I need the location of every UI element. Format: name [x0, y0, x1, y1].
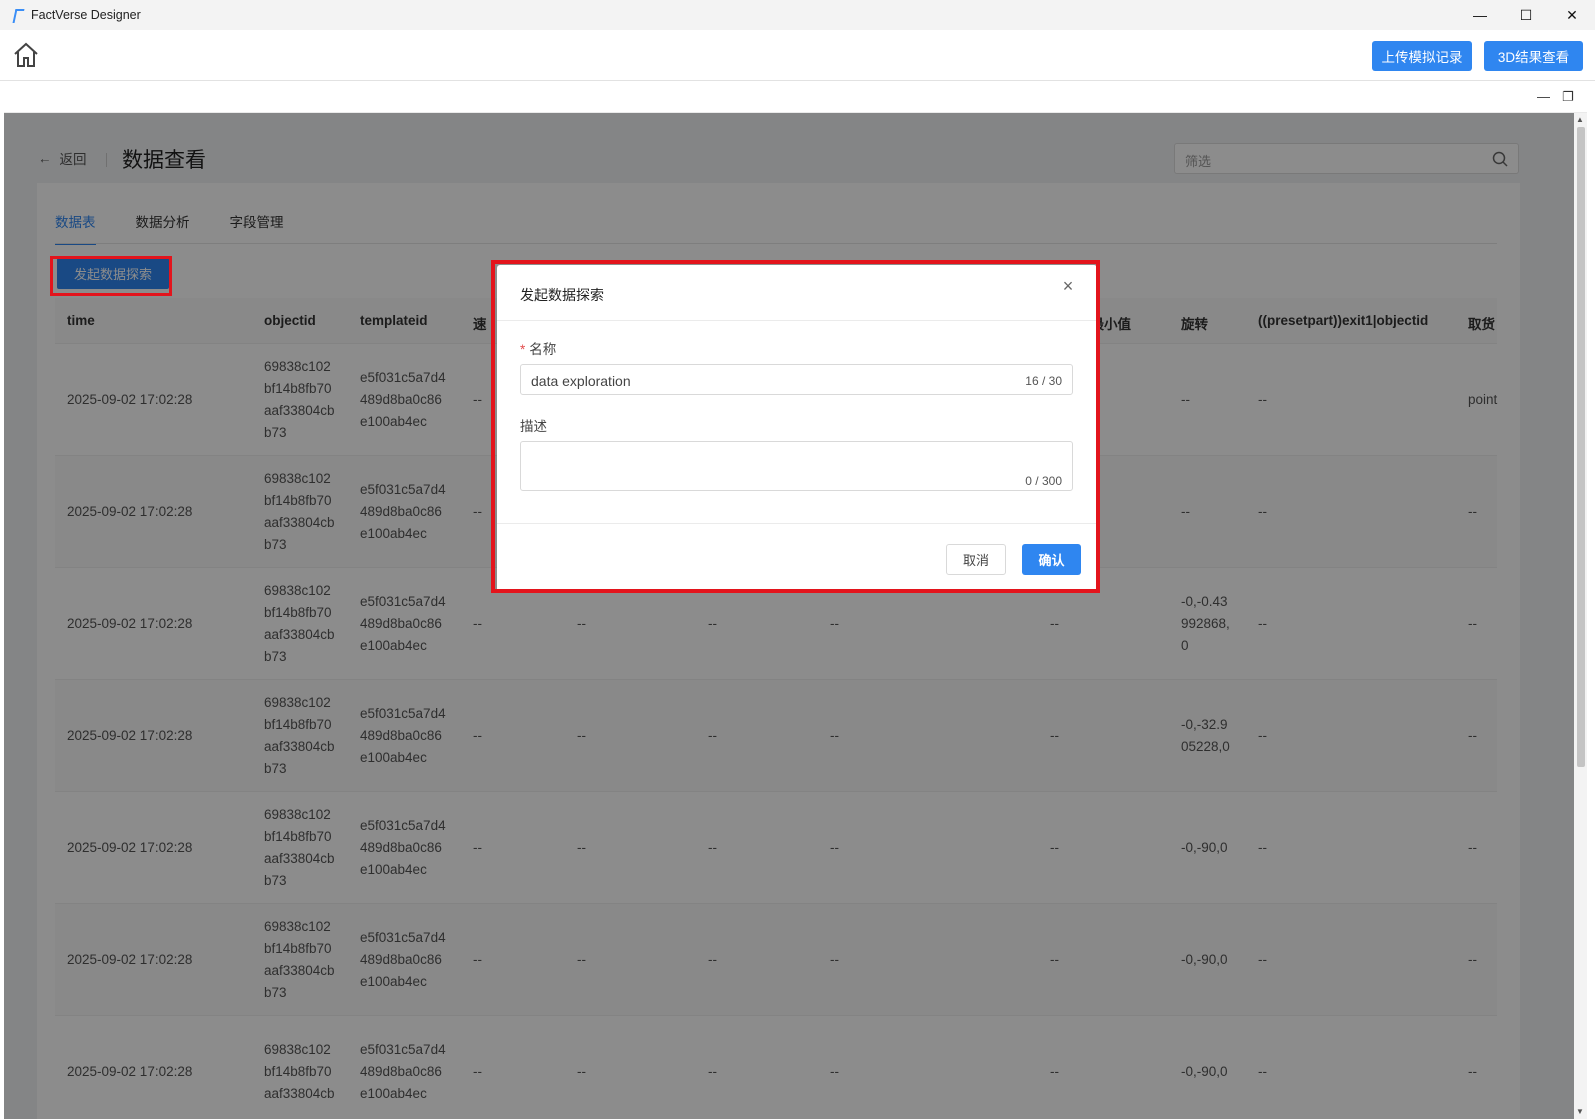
window-titlebar: FactVerse Designer — ☐ ✕	[0, 0, 1595, 30]
panel-minimize-button[interactable]: —	[1537, 89, 1550, 104]
panel-header: — ❐	[4, 83, 1587, 113]
upload-record-button[interactable]: 上传模拟记录	[1372, 41, 1472, 71]
window-title: FactVerse Designer	[31, 8, 141, 22]
close-window-button[interactable]: ✕	[1549, 0, 1595, 30]
app-topbar: 上传模拟记录 3D结果查看	[0, 30, 1595, 81]
app-logo-icon	[12, 8, 24, 22]
window-controls: — ☐ ✕	[1457, 0, 1595, 30]
view-3d-button[interactable]: 3D结果查看	[1484, 41, 1583, 71]
highlight-box-launch	[50, 256, 172, 296]
scroll-up-icon[interactable]: ▲	[1576, 115, 1584, 124]
highlight-box-dialog	[491, 260, 1100, 593]
home-icon[interactable]	[12, 41, 40, 69]
maximize-button[interactable]: ☐	[1503, 0, 1549, 30]
panel-restore-button[interactable]: ❐	[1562, 89, 1574, 105]
minimize-button[interactable]: —	[1457, 0, 1503, 30]
scrollbar-thumb[interactable]	[1577, 127, 1585, 767]
scroll-down-icon[interactable]: ▼	[1576, 1107, 1584, 1116]
page-scrollbar[interactable]: ▲ ▼	[1574, 113, 1587, 1119]
